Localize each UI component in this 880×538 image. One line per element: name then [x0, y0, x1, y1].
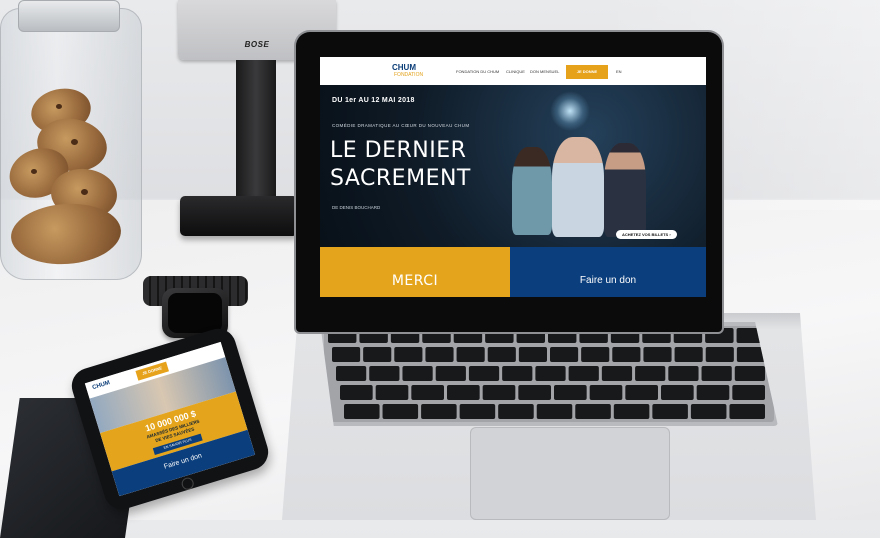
keyboard-key[interactable]: [652, 404, 688, 419]
event-title: LE DERNIER SACREMENT: [330, 137, 510, 193]
keyboard-key[interactable]: [729, 404, 765, 419]
keyboard-key[interactable]: [394, 347, 423, 362]
event-title-line2: SACREMENT: [330, 166, 471, 191]
donate-tile[interactable]: Faire un don: [510, 247, 706, 297]
keyboard-key[interactable]: [344, 404, 380, 419]
keyboard-key[interactable]: [498, 404, 534, 419]
spotlight: [550, 91, 590, 131]
keyboard-key[interactable]: [612, 347, 641, 362]
keyboard-key[interactable]: [736, 347, 765, 362]
keyboard-key[interactable]: [402, 366, 433, 381]
merci-label: MERCI: [391, 273, 439, 289]
phone-screen: CHUM JE DONNE 10 000 000 $ AMASSÉS DES M…: [84, 341, 256, 497]
merci-tile[interactable]: MERCI: [320, 247, 510, 297]
keyboard-key[interactable]: [456, 347, 485, 362]
keyboard-key[interactable]: [487, 347, 516, 362]
keyboard-key[interactable]: [668, 366, 699, 381]
keyboard-key[interactable]: [661, 385, 694, 400]
nav-link-don-mensuel[interactable]: DON MENSUEL: [530, 69, 559, 74]
event-author: DE DENIS BOUCHARD: [332, 205, 381, 210]
keyboard-key[interactable]: [613, 404, 650, 419]
phone-chum-logo[interactable]: CHUM: [92, 380, 111, 391]
keyboard-key[interactable]: [332, 347, 361, 362]
keyboard-key[interactable]: [518, 385, 551, 400]
keyboard-key[interactable]: [550, 347, 579, 362]
keyboard-key[interactable]: [701, 366, 732, 381]
jar-lid: [18, 0, 120, 32]
keyboard-key[interactable]: [468, 366, 500, 381]
keyboard-key[interactable]: [674, 347, 703, 362]
keyboard-key[interactable]: [411, 385, 444, 400]
keyboard-key[interactable]: [696, 385, 730, 400]
cookie: [9, 200, 123, 268]
speaker-base: [180, 196, 298, 236]
nav-link-clinique[interactable]: CLINIQUE: [506, 69, 525, 74]
laptop-screen: CHUM FONDATION FONDATION DU CHUM CLINIQU…: [320, 57, 706, 297]
chocolate-chip: [81, 189, 88, 195]
chum-logo-tagline: FONDATION: [394, 72, 424, 78]
chocolate-chip: [71, 139, 78, 145]
keyboard-key[interactable]: [425, 347, 454, 362]
keyboard-key[interactable]: [554, 385, 587, 400]
keyboard-key[interactable]: [705, 347, 734, 362]
keyboard-key[interactable]: [535, 366, 566, 381]
donate-nav-button[interactable]: JE DONNE: [566, 65, 608, 79]
keyboard-key[interactable]: [421, 404, 457, 419]
keyboard-key[interactable]: [375, 385, 409, 400]
keyboard-key[interactable]: [734, 366, 765, 381]
event-subtitle: COMÉDIE DRAMATIQUE AU CŒUR DU NOUVEAU CH…: [332, 123, 470, 128]
actor-figure: [512, 147, 552, 235]
actor-figure: [604, 143, 646, 237]
keyboard-key[interactable]: [502, 366, 533, 381]
keyboard-key[interactable]: [589, 385, 623, 400]
buy-tickets-button[interactable]: ACHETEZ VOS BILLETS ›: [616, 230, 677, 239]
keyboard-key[interactable]: [625, 385, 658, 400]
keyboard-key[interactable]: [601, 366, 633, 381]
cookie-jar-icon: [0, 8, 142, 280]
actor-figure: [552, 137, 604, 237]
keyboard-key[interactable]: [568, 366, 599, 381]
keyboard-key[interactable]: [340, 385, 373, 400]
chocolate-chip: [56, 104, 62, 109]
keyboard-keys: [324, 326, 774, 422]
keyboard-key[interactable]: [363, 347, 392, 362]
keyboard-key[interactable]: [459, 404, 496, 419]
keyboard-key[interactable]: [382, 404, 419, 419]
keyboard-key[interactable]: [581, 347, 610, 362]
laptop-keyboard: [320, 322, 778, 426]
watch-face: [168, 293, 222, 333]
keyboard-key[interactable]: [635, 366, 666, 381]
keyboard-key[interactable]: [643, 347, 672, 362]
keyboard-key[interactable]: [435, 366, 466, 381]
hero-banner: DU 1er AU 12 MAI 2018 COMÉDIE DRAMATIQUE…: [320, 85, 706, 247]
keyboard-key[interactable]: [536, 404, 573, 419]
keyboard-key[interactable]: [447, 385, 480, 400]
keyboard-key[interactable]: [690, 404, 727, 419]
language-toggle[interactable]: EN: [616, 69, 622, 74]
chocolate-chip: [31, 169, 37, 174]
keyboard-key[interactable]: [369, 366, 400, 381]
keyboard-key[interactable]: [482, 385, 516, 400]
chum-logo[interactable]: CHUM: [392, 63, 416, 72]
event-title-line1: LE DERNIER: [330, 138, 467, 163]
trackpad-icon[interactable]: [470, 427, 670, 520]
event-date: DU 1er AU 12 MAI 2018: [332, 97, 415, 104]
nav-link-fondation[interactable]: FONDATION DU CHUM: [456, 69, 499, 74]
donate-label: Faire un don: [579, 275, 637, 286]
keyboard-key[interactable]: [518, 347, 547, 362]
keyboard-key[interactable]: [732, 385, 765, 400]
keyboard-key[interactable]: [336, 366, 367, 381]
keyboard-key[interactable]: [575, 404, 611, 419]
site-nav: CHUM FONDATION FONDATION DU CHUM CLINIQU…: [320, 57, 706, 85]
speaker-stand: [236, 60, 276, 205]
